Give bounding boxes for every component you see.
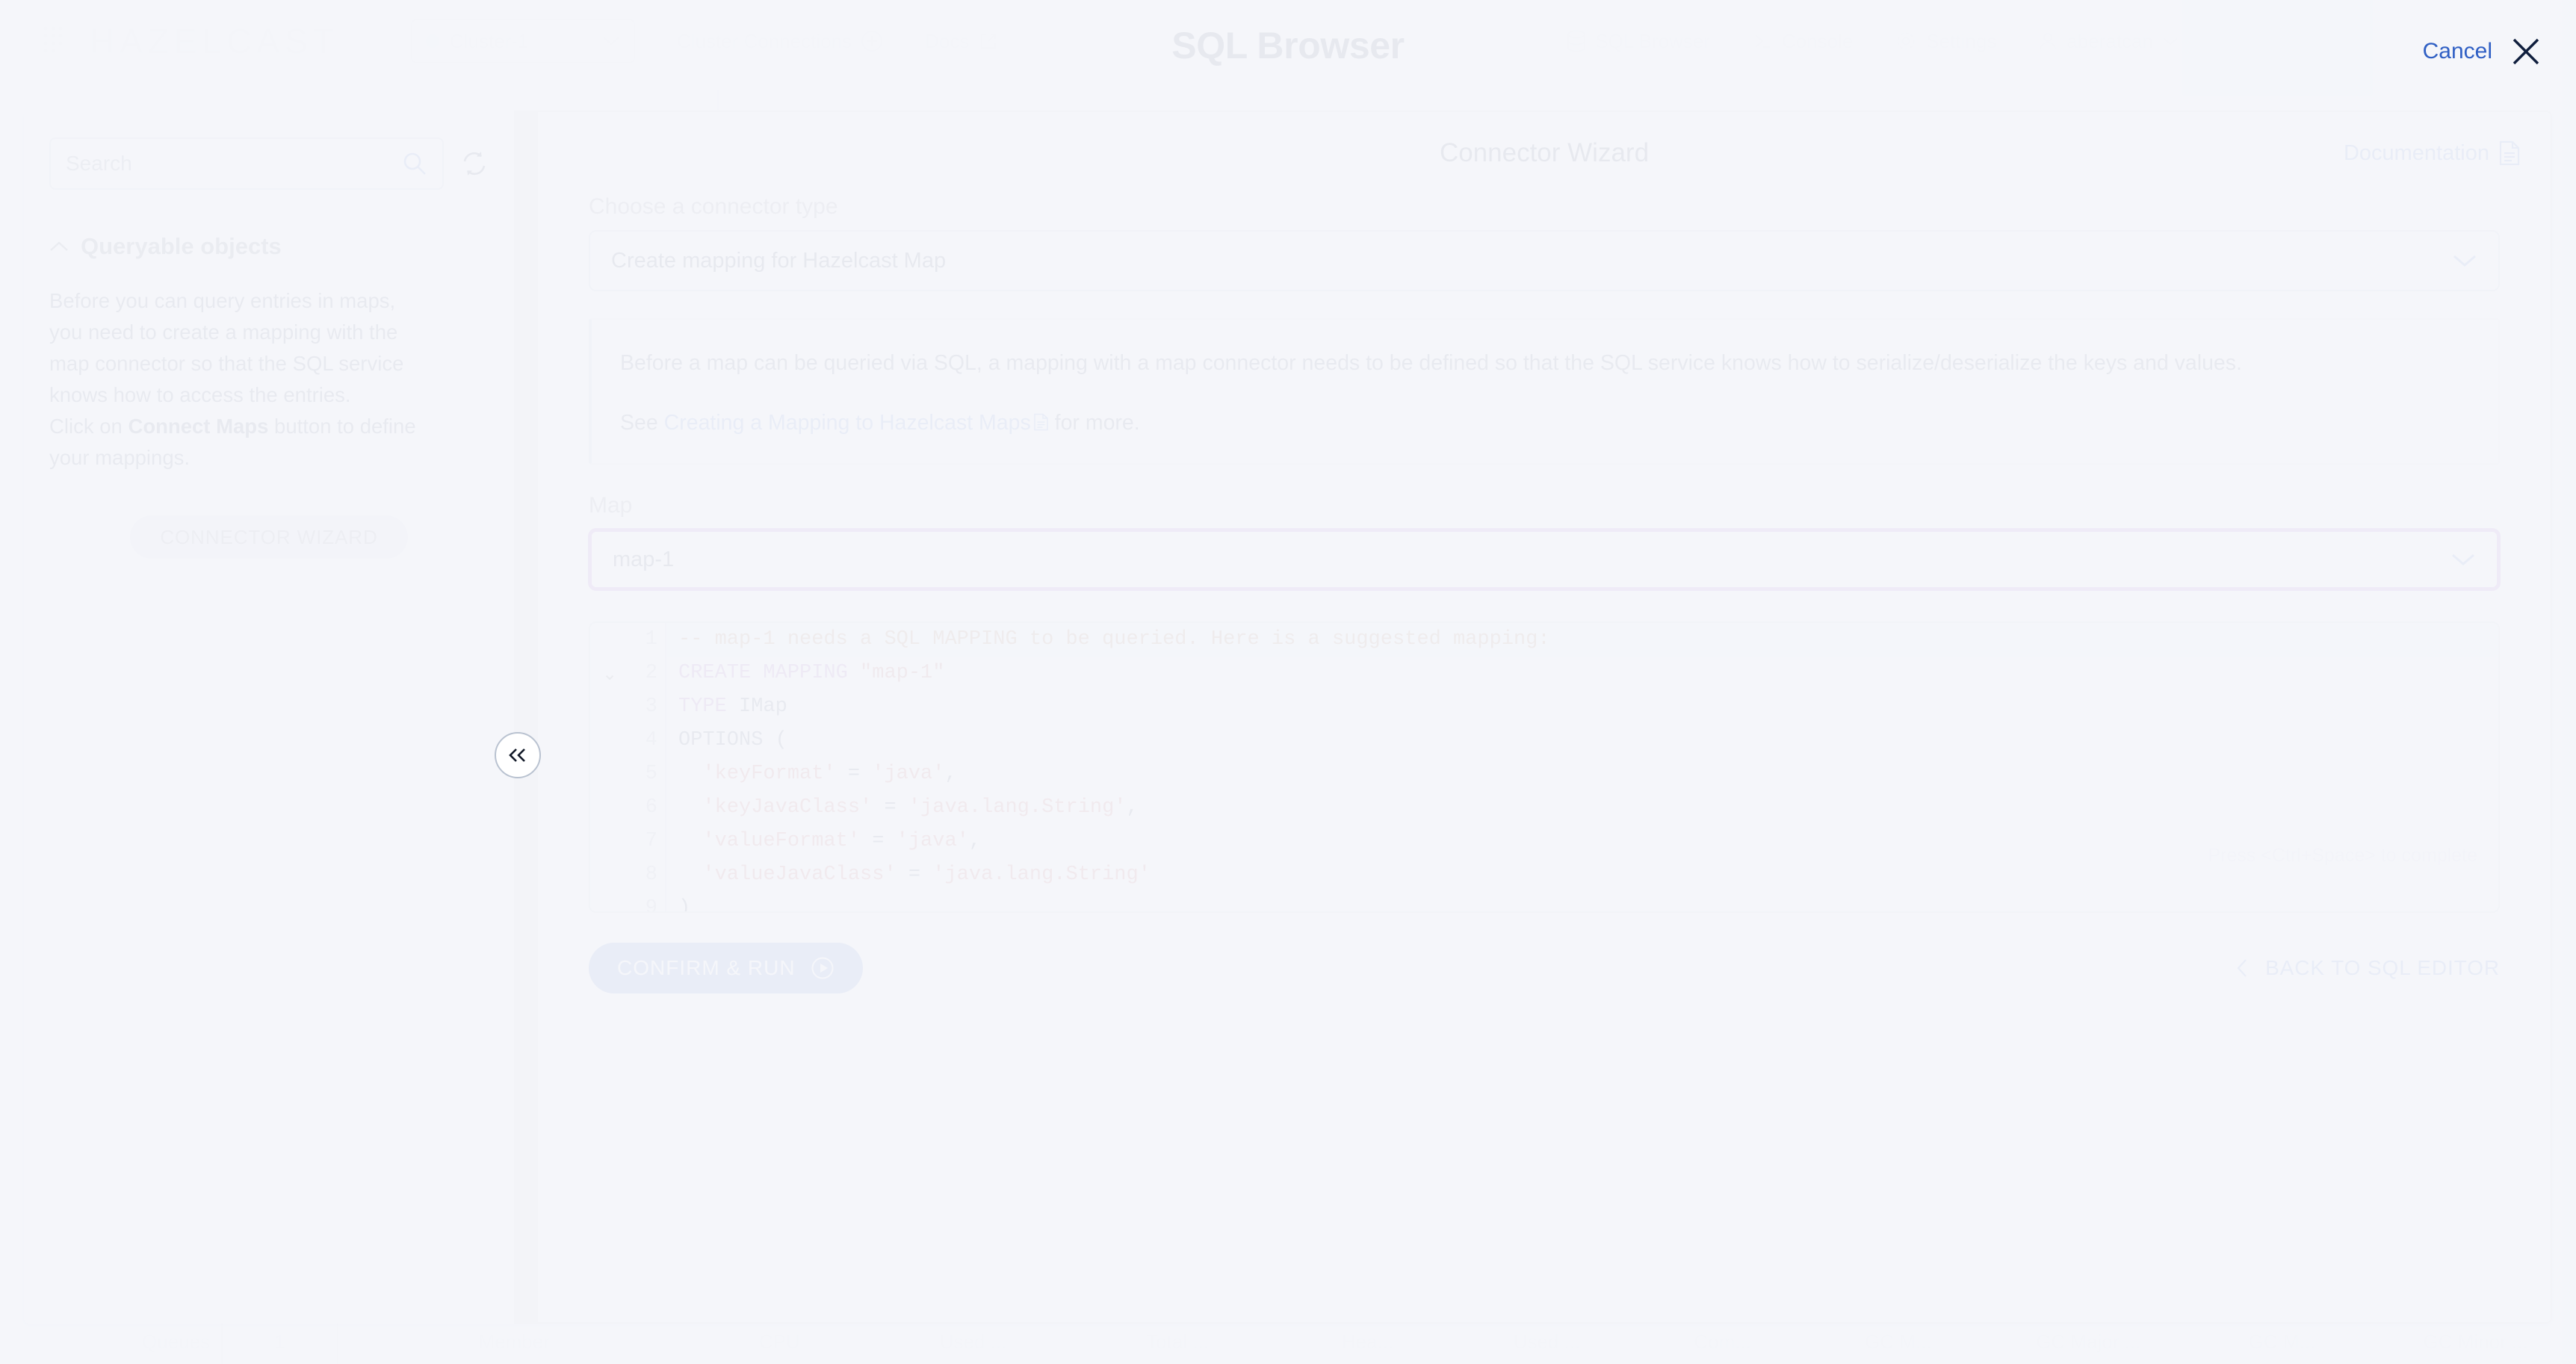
cancel-label: Cancel	[2422, 39, 2492, 63]
sql-browser-modal-overlay	[0, 0, 2576, 1364]
close-icon[interactable]	[2509, 34, 2543, 69]
chevrons-left-icon[interactable]	[506, 746, 530, 764]
collapse-sidebar-button[interactable]	[495, 732, 541, 778]
cancel-button[interactable]: Cancel	[2423, 34, 2543, 69]
